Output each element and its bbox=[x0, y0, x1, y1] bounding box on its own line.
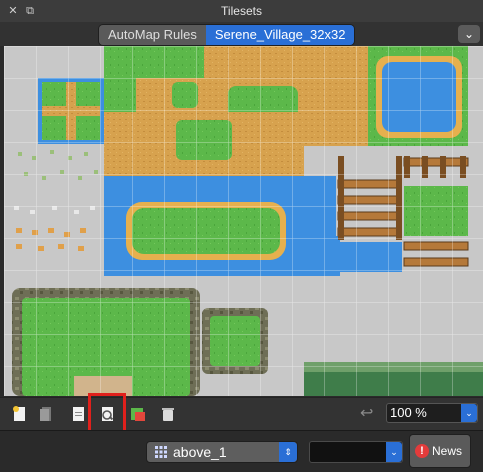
news-label: News bbox=[432, 444, 463, 458]
zoom-select[interactable]: 100 % ⌄ bbox=[386, 403, 478, 423]
layer-value: above_1 bbox=[173, 444, 227, 460]
title-bar: ✕ ⧉ Tilesets bbox=[0, 0, 483, 23]
stepper-icon: ⇕ bbox=[279, 442, 297, 462]
export-tileset-icon[interactable] bbox=[68, 404, 88, 424]
tileset-tab-bar: AutoMap Rules Serene_Village_32x32 ⌄ bbox=[0, 22, 483, 46]
chevron-down-icon: ⌄ bbox=[386, 442, 402, 462]
new-tileset-icon[interactable] bbox=[10, 404, 30, 424]
tab-serene-village[interactable]: Serene_Village_32x32 bbox=[205, 25, 355, 45]
delete-tileset-icon[interactable] bbox=[158, 404, 178, 424]
tileset-image[interactable] bbox=[4, 46, 483, 396]
tileset-tabs: AutoMap Rules Serene_Village_32x32 bbox=[98, 24, 356, 46]
alert-icon: ! bbox=[415, 444, 429, 458]
embed-tileset-icon[interactable] bbox=[36, 404, 56, 424]
tileset-canvas[interactable] bbox=[4, 46, 483, 396]
news-button[interactable]: ! News bbox=[409, 434, 471, 468]
tab-automap-rules[interactable]: AutoMap Rules bbox=[99, 25, 206, 45]
chevron-down-icon: ⌄ bbox=[463, 27, 475, 41]
grid-icon bbox=[155, 446, 167, 458]
tabs-menu-button[interactable]: ⌄ bbox=[458, 25, 480, 43]
layer-select[interactable]: above_1 ⇕ bbox=[146, 441, 298, 463]
edit-terrain-icon[interactable] bbox=[128, 404, 148, 424]
chevron-down-icon: ⌄ bbox=[461, 404, 477, 422]
zoom-value: 100 % bbox=[390, 405, 427, 420]
panel-title: Tilesets bbox=[221, 4, 262, 18]
highlight-box bbox=[88, 393, 126, 433]
secondary-select[interactable]: ⌄ bbox=[309, 441, 403, 463]
undo-icon[interactable]: ↩ bbox=[360, 403, 373, 423]
